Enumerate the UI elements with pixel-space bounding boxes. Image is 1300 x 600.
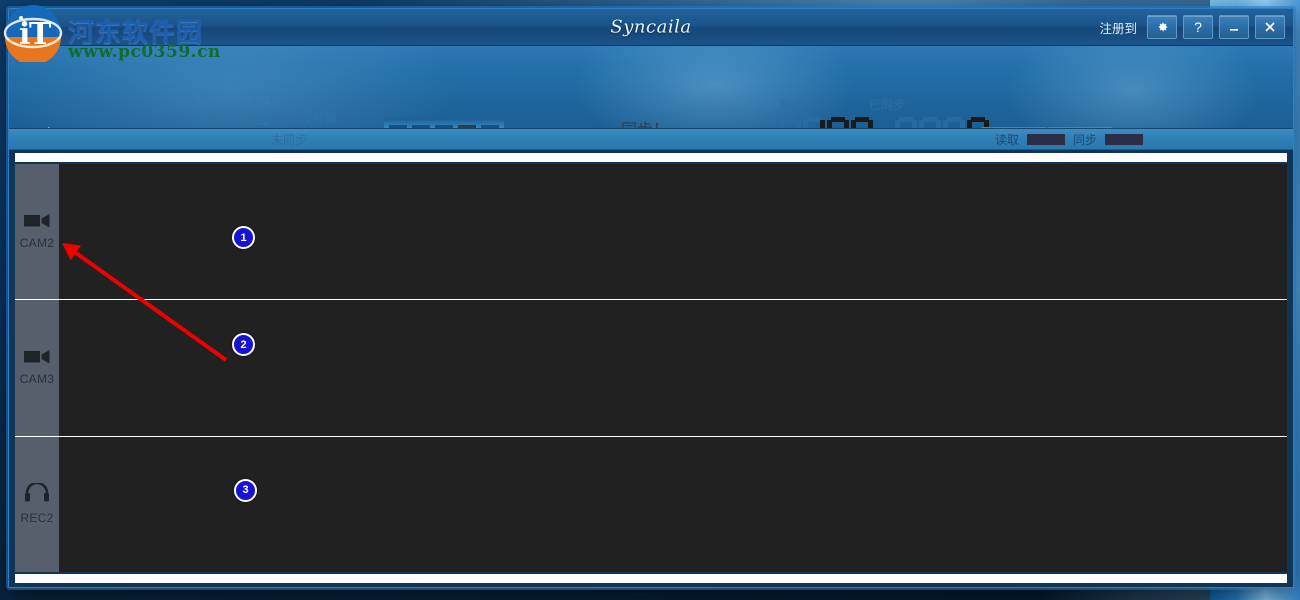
sequence-stats: 2 100 段剪辑 <box>194 110 384 128</box>
lcd-segment <box>796 120 801 128</box>
toolbar: 打开 XML 同步！ 保存 XML Sequence 01" 2 <box>9 46 1293 129</box>
lcd-digit <box>943 117 965 128</box>
track-header-cam2[interactable]: CAM2 <box>15 164 59 300</box>
synced-counter-display <box>895 117 989 128</box>
track-list: CAM2 1 CAM3 2 REC2 3 <box>15 164 1287 572</box>
lcd-digit <box>919 117 941 128</box>
gear-icon <box>1155 20 1169 34</box>
lcd-segment <box>947 117 961 122</box>
syncaila-window: Syncaila 注册到 ? Sequence 01" 2 100 段剪辑 剩余… <box>8 8 1294 588</box>
counter-labels: 剩余: 已同步: <box>779 96 989 113</box>
read-progress-bar <box>1026 133 1065 145</box>
video-track-count: 2 <box>194 110 256 127</box>
clips-count-label: 100 段剪辑 <box>275 111 337 125</box>
title-bar-controls: 注册到 ? <box>1099 9 1285 45</box>
lcd-displays <box>779 117 989 128</box>
lcd-digit <box>827 117 849 128</box>
lcd-segment <box>895 120 900 128</box>
sequence-info-panel: Sequence 01" 2 100 段剪辑 <box>194 92 384 128</box>
lcd-segment <box>855 117 869 122</box>
annotation-marker-3: 3 <box>234 478 257 502</box>
sync-progress-label: 同步 <box>1072 132 1097 147</box>
sequence-sync-status: 未同步 <box>270 133 307 147</box>
lcd-segment <box>851 120 856 128</box>
minimize-button[interactable] <box>1219 15 1249 39</box>
help-button[interactable]: ? <box>1183 15 1213 39</box>
lcd-segment <box>960 120 965 128</box>
synced-label: 已同步: <box>869 98 909 112</box>
track-content[interactable]: 3 <box>59 436 1287 572</box>
lcd-segment <box>779 120 784 128</box>
lcd-segment <box>971 117 985 122</box>
headphones-icon <box>24 482 50 508</box>
clips-count: 100 段剪辑 <box>256 110 384 127</box>
lcd-digit <box>779 117 801 128</box>
open-xml-button[interactable]: 打开 XML <box>45 122 114 128</box>
track-row[interactable]: CAM2 1 <box>15 164 1287 301</box>
help-label: ? <box>1194 19 1202 35</box>
timeline-area: CAM2 1 CAM3 2 REC2 3 <box>9 150 1293 587</box>
lcd-segment <box>943 120 948 128</box>
sync-progress-bar <box>1105 133 1143 145</box>
lcd-segment <box>807 117 821 122</box>
video-count-label: 2 <box>213 111 220 125</box>
video-camera-icon <box>24 213 50 233</box>
read-progress-label: 读取 <box>994 132 1019 147</box>
app-title: Syncaila <box>610 16 692 38</box>
lcd-segment <box>919 120 924 128</box>
track-label: CAM2 <box>19 236 55 251</box>
clips-grid-icon <box>256 113 269 125</box>
timeline-scrollbar-top[interactable] <box>15 153 1287 162</box>
close-icon <box>1264 21 1276 33</box>
annotation-marker-1: 1 <box>232 226 255 249</box>
lcd-segment <box>783 117 797 122</box>
lcd-digit <box>851 117 873 128</box>
lcd-segment <box>831 117 845 122</box>
thumbnail-strip[interactable] <box>384 118 504 128</box>
minimize-icon <box>1228 21 1240 33</box>
lcd-segment <box>967 120 972 128</box>
lcd-segment <box>899 117 913 122</box>
track-row[interactable]: CAM3 2 <box>15 300 1287 437</box>
track-label: REC2 <box>20 511 54 526</box>
progress-indicators: 读取 同步 <box>995 129 1143 149</box>
timeline-scrollbar-bottom[interactable] <box>15 574 1287 583</box>
lcd-digit <box>895 117 917 128</box>
close-button[interactable] <box>1255 15 1285 39</box>
lcd-segment <box>912 120 917 128</box>
settings-button[interactable] <box>1147 15 1177 39</box>
track-header-rec2[interactable]: REC2 <box>15 436 59 572</box>
status-strip: 未同步 读取 同步 <box>9 129 1293 150</box>
lcd-digit <box>803 117 825 128</box>
remaining-counter-display <box>779 117 873 128</box>
remaining-label: 剩余: <box>779 98 807 112</box>
lcd-segment <box>803 120 808 128</box>
save-glow <box>983 46 1283 128</box>
register-link[interactable]: 注册到 <box>1099 18 1137 37</box>
track-row[interactable]: REC2 3 <box>15 436 1287 572</box>
track-label: CAM3 <box>19 372 55 387</box>
track-content[interactable]: 2 <box>59 300 1287 436</box>
lcd-segment <box>868 120 873 128</box>
track-content[interactable]: 1 <box>59 164 1287 300</box>
sequence-title: Sequence 01" <box>194 92 276 107</box>
counter-panel: 剩余: 已同步: <box>779 96 989 128</box>
video-camera-icon <box>194 113 207 124</box>
annotation-marker-2: 2 <box>232 333 255 357</box>
sync-button[interactable]: 同步！ <box>621 116 669 128</box>
lcd-segment <box>844 120 849 128</box>
lcd-segment <box>936 120 941 128</box>
video-camera-icon <box>24 349 50 369</box>
lcd-segment <box>820 120 825 128</box>
lcd-segment <box>923 117 937 122</box>
lcd-segment <box>827 120 832 128</box>
title-bar: Syncaila 注册到 ? <box>9 9 1293 46</box>
track-header-cam3[interactable]: CAM3 <box>15 300 59 436</box>
